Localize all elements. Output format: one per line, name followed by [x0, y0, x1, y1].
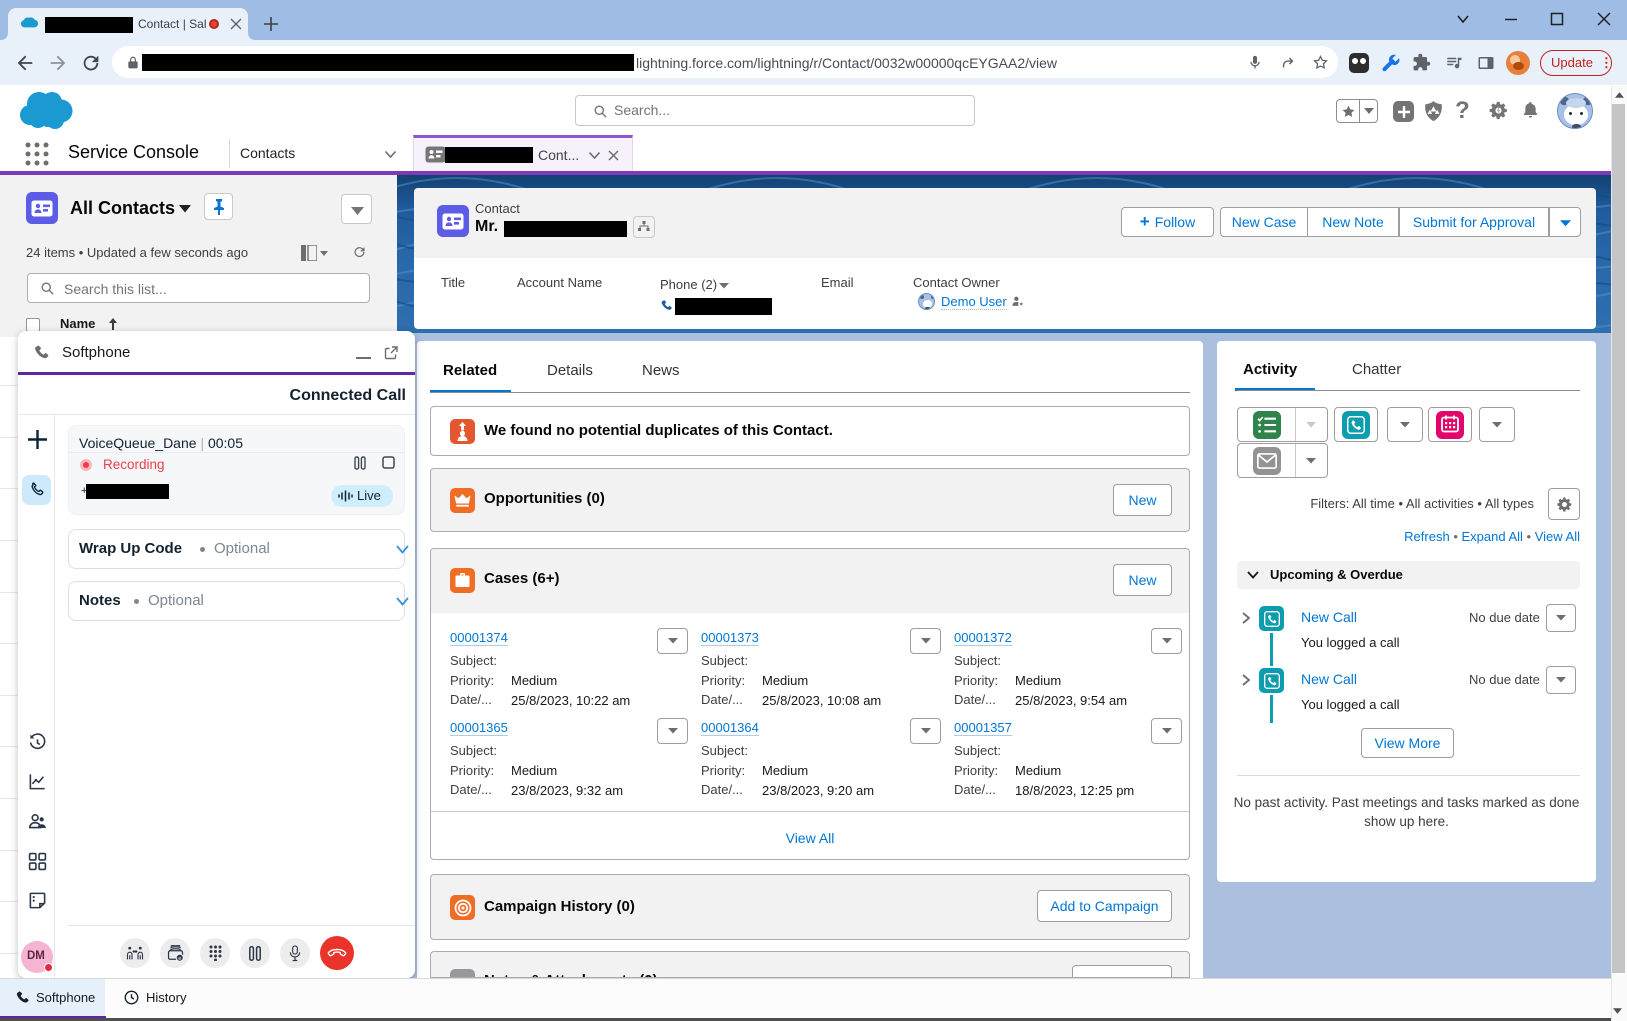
svg-text:e: e [178, 955, 181, 961]
